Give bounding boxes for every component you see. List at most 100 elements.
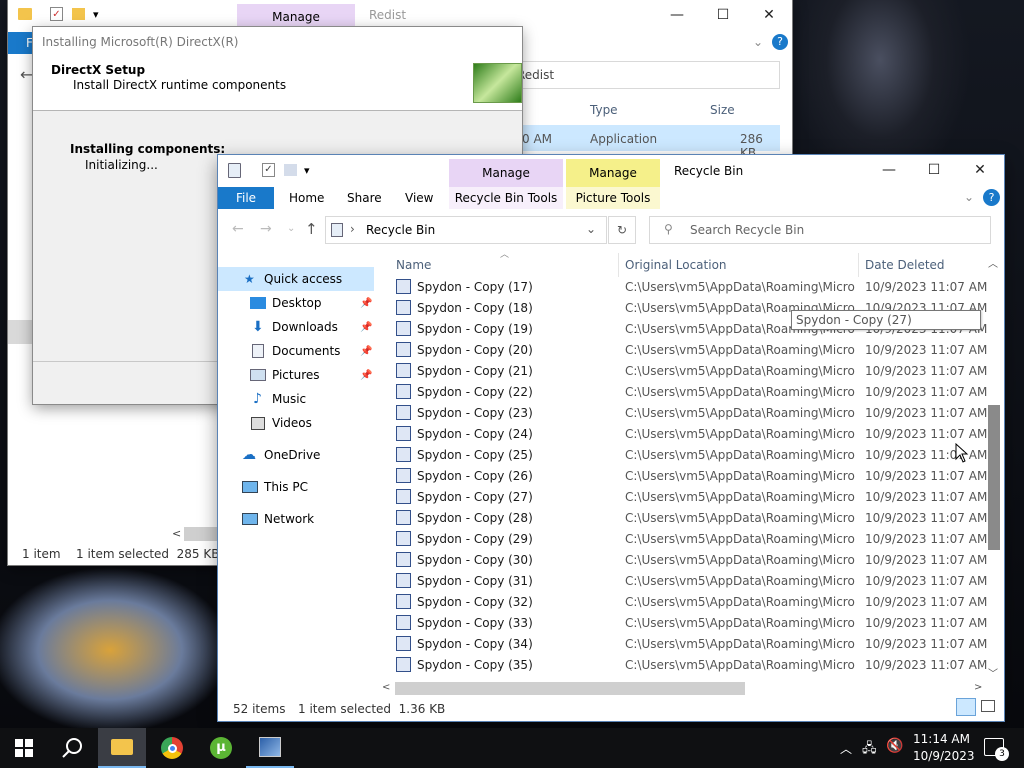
horizontal-scrollbar[interactable]: [184, 527, 218, 541]
minimize-button[interactable]: —: [866, 155, 912, 185]
clock-date[interactable]: 10/9/2023: [913, 749, 975, 763]
scroll-left-arrow[interactable]: <: [172, 527, 181, 540]
recycle-bin-window[interactable]: ✓ ▾ Manage Manage Recycle Bin — ☐ ✕ File…: [218, 155, 1004, 721]
file-row[interactable]: Spydon - Copy (35) C:\Users\vm5\AppData\R…: [218, 654, 988, 675]
close-button[interactable]: ✕: [746, 0, 792, 30]
manage-label: Manage: [272, 10, 320, 24]
help-icon[interactable]: ?: [772, 34, 788, 50]
properties-icon[interactable]: ✓: [262, 163, 275, 177]
refresh-button[interactable]: ↻: [608, 216, 636, 244]
column-header-row: Name Original Location Date Deleted: [388, 253, 988, 277]
action-center-button[interactable]: 3: [984, 738, 1009, 761]
search-button[interactable]: [48, 728, 96, 768]
file-date-deleted: 10/9/2023 11:07 AM: [865, 657, 988, 672]
file-row[interactable]: Spydon - Copy (26) C:\Users\vm5\AppData\R…: [218, 465, 988, 486]
new-folder-icon[interactable]: [72, 8, 85, 20]
vertical-scrollbar-thumb[interactable]: [988, 405, 1000, 550]
address-bar[interactable]: › Recycle Bin ⌄: [325, 216, 607, 244]
volume-muted-icon[interactable]: 🔇: [886, 738, 903, 754]
maximize-button[interactable]: ☐: [911, 155, 957, 185]
file-row[interactable]: Spydon - Copy (24) C:\Users\vm5\AppData\R…: [218, 423, 988, 444]
file-icon: [396, 594, 411, 609]
tab-share[interactable]: Share: [347, 191, 382, 205]
search-box[interactable]: ⚲ Search Recycle Bin: [649, 216, 991, 244]
file-name: Spydon - Copy (22): [417, 384, 533, 399]
clock-time[interactable]: 11:14 AM: [913, 732, 970, 746]
scroll-down-arrow[interactable]: ﹀: [988, 665, 998, 680]
start-button[interactable]: [0, 728, 48, 768]
up-arrow-icon[interactable]: ↑: [305, 220, 318, 238]
window-title: Redist: [369, 8, 407, 22]
file-row[interactable]: Spydon - Copy (33) C:\Users\vm5\AppData\R…: [218, 612, 988, 633]
file-tab[interactable]: F: [8, 32, 36, 54]
file-row[interactable]: Spydon - Copy (22) C:\Users\vm5\AppData\R…: [218, 381, 988, 402]
dialog-title-bar: Installing Microsoft(R) DirectX(R): [33, 27, 522, 57]
qat-dropdown-icon[interactable]: ▾: [304, 164, 310, 177]
file-name: Spydon - Copy (32): [417, 594, 533, 609]
file-row[interactable]: Spydon - Copy (20) C:\Users\vm5\AppData\R…: [218, 339, 988, 360]
recent-dropdown-icon[interactable]: ⌄: [287, 223, 295, 234]
file-row[interactable]: Spydon - Copy (32) C:\Users\vm5\AppData\R…: [218, 591, 988, 612]
file-icon: [396, 573, 411, 588]
back-arrow-icon[interactable]: ←: [232, 221, 244, 237]
file-original-location: C:\Users\vm5\AppData\Roaming\Micros...: [625, 363, 855, 378]
search-placeholder: Search Recycle Bin: [690, 223, 805, 237]
minimize-button[interactable]: —: [654, 0, 700, 30]
file-icon: [396, 300, 411, 315]
column-name[interactable]: Name: [396, 258, 431, 272]
file-row[interactable]: Spydon - Copy (28) C:\Users\vm5\AppData\R…: [218, 507, 988, 528]
back-arrow-icon[interactable]: ←: [20, 65, 33, 84]
column-date-deleted[interactable]: Date Deleted: [865, 258, 945, 272]
forward-arrow-icon[interactable]: →: [260, 221, 272, 237]
file-row[interactable]: Spydon - Copy (30) C:\Users\vm5\AppData\R…: [218, 549, 988, 570]
scroll-left-arrow[interactable]: <: [382, 682, 390, 693]
breadcrumb-chevron-icon: ›: [350, 222, 355, 236]
ribbon-collapse-icon[interactable]: ⌄: [753, 35, 763, 49]
column-original-location[interactable]: Original Location: [625, 258, 727, 272]
file-icon: [396, 510, 411, 525]
installer-taskbar-button[interactable]: [246, 728, 294, 768]
scroll-up-arrow[interactable]: ︿: [988, 255, 998, 270]
selected-file-row[interactable]: 0 AM Application 286 KB: [508, 125, 780, 160]
tab-recycle-bin-tools[interactable]: Recycle Bin Tools: [449, 187, 563, 209]
utorrent-taskbar-button[interactable]: µ: [197, 728, 245, 768]
column-size[interactable]: Size: [710, 103, 735, 117]
show-hidden-icons[interactable]: ︿: [840, 740, 852, 757]
large-icons-view-icon[interactable]: [981, 700, 995, 712]
scroll-right-arrow[interactable]: >: [974, 682, 982, 693]
file-row[interactable]: Spydon - Copy (34) C:\Users\vm5\AppData\R…: [218, 633, 988, 654]
tab-view[interactable]: View: [405, 191, 433, 205]
tab-picture-tools[interactable]: Picture Tools: [566, 187, 660, 209]
file-row[interactable]: Spydon - Copy (29) C:\Users\vm5\AppData\R…: [218, 528, 988, 549]
chrome-taskbar-button[interactable]: [148, 728, 196, 768]
file-row[interactable]: Spydon - Copy (31) C:\Users\vm5\AppData\R…: [218, 570, 988, 591]
file-row[interactable]: Spydon - Copy (23) C:\Users\vm5\AppData\R…: [218, 402, 988, 423]
horizontal-scrollbar-thumb[interactable]: [395, 682, 745, 695]
address-dropdown-icon[interactable]: ⌄: [586, 222, 596, 236]
network-tray-icon[interactable]: 🖧: [862, 739, 877, 761]
close-button[interactable]: ✕: [957, 155, 1003, 185]
file-row[interactable]: Spydon - Copy (27) C:\Users\vm5\AppData\R…: [218, 486, 988, 507]
address-bar[interactable]: Redist: [508, 61, 780, 89]
file-row[interactable]: Spydon - Copy (17) C:\Users\vm5\AppData\R…: [218, 276, 988, 297]
tab-home[interactable]: Home: [289, 191, 324, 205]
file-row[interactable]: Spydon - Copy (25) C:\Users\vm5\AppData\R…: [218, 444, 988, 465]
directx-logo-icon: [473, 63, 522, 103]
manage-picture-tab-header[interactable]: Manage: [566, 159, 660, 187]
manage-recycle-tab-header[interactable]: Manage: [449, 159, 563, 187]
address-text: Redist: [517, 68, 555, 82]
new-folder-icon[interactable]: [284, 164, 297, 176]
qat-dropdown[interactable]: ▾: [93, 8, 99, 21]
tab-file[interactable]: File: [218, 187, 274, 209]
properties-icon[interactable]: ✓: [50, 7, 63, 21]
file-row[interactable]: Spydon - Copy (21) C:\Users\vm5\AppData\R…: [218, 360, 988, 381]
column-type[interactable]: Type: [590, 103, 618, 117]
file-explorer-taskbar-button[interactable]: [98, 728, 146, 768]
maximize-button[interactable]: ☐: [700, 0, 746, 30]
status-items: 1 item: [22, 547, 61, 561]
file-name: Spydon - Copy (17): [417, 279, 533, 294]
details-view-icon[interactable]: [956, 698, 976, 716]
help-icon[interactable]: ?: [983, 189, 1000, 206]
file-name: Spydon - Copy (28): [417, 510, 533, 525]
ribbon-collapse-icon[interactable]: ⌄: [964, 190, 974, 204]
